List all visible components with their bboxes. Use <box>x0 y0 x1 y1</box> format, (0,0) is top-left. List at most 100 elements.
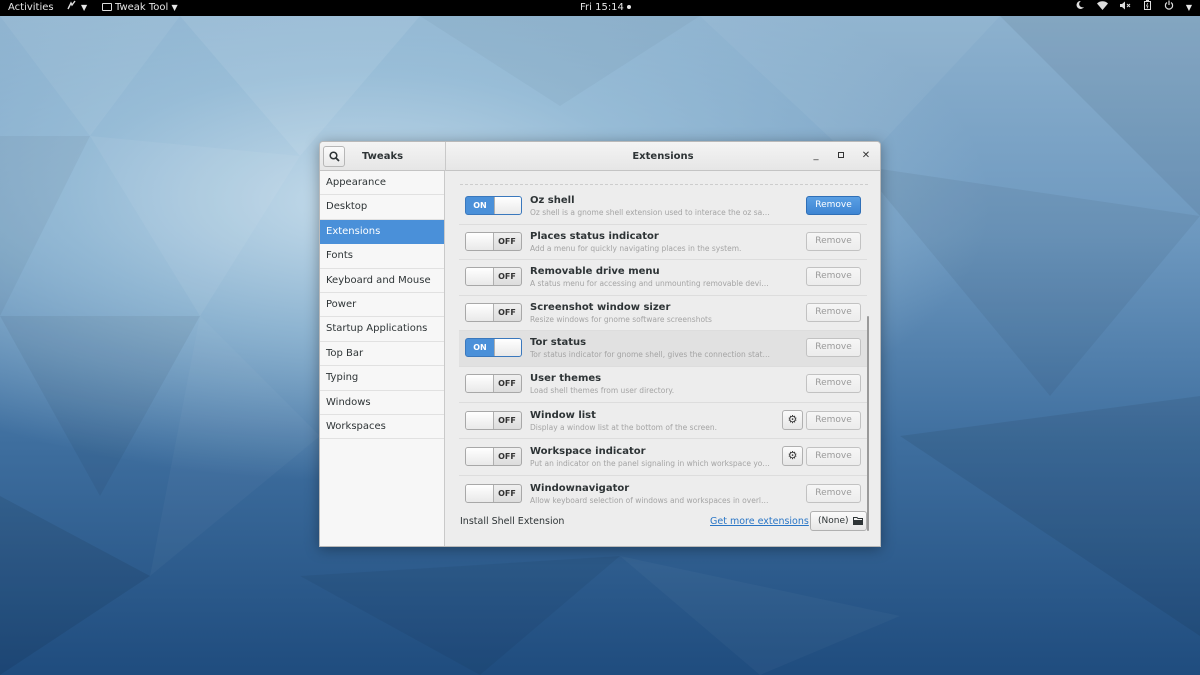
volume-muted-icon <box>1120 1 1135 13</box>
extension-name: User themes <box>530 373 602 384</box>
sidebar-item-workspaces[interactable]: Workspaces <box>320 415 444 440</box>
toggle-knob <box>466 448 494 466</box>
extension-row-tor-status: ON Tor status Tor status indicator for g… <box>459 331 867 367</box>
gear-icon: ⚙ <box>787 412 798 426</box>
extension-toggle[interactable]: OFF <box>465 410 522 430</box>
sidebar: Appearance Desktop Extensions Fonts Keyb… <box>320 171 445 546</box>
extension-settings-button[interactable]: ⚙ <box>782 446 803 467</box>
tweaks-window: Tweaks Extensions _ ✕ Appearance Desktop… <box>319 141 881 547</box>
scrollbar[interactable] <box>867 316 869 531</box>
file-chooser-label: (None) <box>818 516 849 526</box>
window-icon <box>102 3 112 11</box>
app-icon-chevron-down-icon[interactable]: ▼ <box>81 0 87 16</box>
sidebar-item-fonts[interactable]: Fonts <box>320 244 444 269</box>
remove-button[interactable]: Remove <box>806 483 861 503</box>
maximize-button[interactable] <box>835 150 847 162</box>
extension-name: Workspace indicator <box>530 446 646 458</box>
system-tray[interactable]: ▼ <box>1067 0 1192 16</box>
toggle-state-label: OFF <box>498 236 516 246</box>
clock-label: Fri 15:14 <box>580 2 624 13</box>
sidebar-item-extensions[interactable]: Extensions <box>320 219 444 245</box>
extension-row-window-list: OFF Window list Display a window list at… <box>459 403 867 440</box>
toggle-knob <box>494 197 521 214</box>
chevron-down-icon: ▼ <box>171 3 178 12</box>
extension-row-oz-shell: ON Oz shell Oz shell is a gnome shell ex… <box>459 189 867 225</box>
extension-description: Allow keyboard selection of windows and … <box>530 495 772 505</box>
extension-row-screenshot-window-sizer: OFF Screenshot window sizer Resize windo… <box>459 296 867 332</box>
remove-button[interactable]: Remove <box>806 447 861 467</box>
extension-toggle[interactable]: ON <box>465 338 522 358</box>
extension-description: A status menu for accessing and unmounti… <box>530 279 772 289</box>
sidebar-item-keyboard-and-mouse[interactable]: Keyboard and Mouse <box>320 269 444 293</box>
toggle-knob <box>466 303 494 321</box>
extension-row-workspace-indicator: OFF Workspace indicator Put an indicator… <box>459 439 867 476</box>
extension-description: Tor status indicator for gnome shell, gi… <box>530 350 772 360</box>
toggle-knob <box>466 232 494 250</box>
file-chooser-button[interactable]: (None) <box>810 511 867 531</box>
battery-icon <box>1144 0 1154 13</box>
sidebar-item-appearance[interactable]: Appearance <box>320 171 444 196</box>
extension-settings-button[interactable]: ⚙ <box>782 409 803 430</box>
sidebar-item-top-bar[interactable]: Top Bar <box>320 342 444 367</box>
list-top-divider <box>460 184 868 185</box>
extension-toggle[interactable]: OFF <box>465 483 522 503</box>
remove-button[interactable]: Remove <box>806 302 861 322</box>
remove-button[interactable]: Remove <box>806 338 861 358</box>
clock[interactable]: Fri 15:14 <box>580 0 631 16</box>
maximize-icon <box>838 152 844 158</box>
toggle-knob <box>466 411 494 429</box>
sidebar-title-label: Tweaks <box>361 151 404 162</box>
extension-toggle[interactable]: OFF <box>465 267 522 287</box>
extension-description: Load shell themes from user directory. <box>530 386 675 395</box>
extension-toggle[interactable]: OFF <box>465 302 522 322</box>
toggle-knob <box>466 375 494 392</box>
extension-description: Oz shell is a gnome shell extension used… <box>530 208 772 217</box>
extension-toggle[interactable]: OFF <box>465 231 522 251</box>
top-bar: Activities ▼ Tweak Tool ▼ Fri 15:14 ▼ <box>0 0 1200 16</box>
extension-name: Removable drive menu <box>530 266 660 278</box>
remove-button[interactable]: Remove <box>806 410 861 430</box>
gear-icon: ⚙ <box>787 449 798 463</box>
app-menu-label: Tweak Tool <box>115 2 169 13</box>
extensions-panel: ON Oz shell Oz shell is a gnome shell ex… <box>446 171 880 546</box>
get-more-extensions-link[interactable]: Get more extensions <box>710 516 809 527</box>
folder-icon <box>853 517 863 525</box>
toggle-state-label: OFF <box>498 452 516 462</box>
extension-description: Put an indicator on the panel signaling … <box>530 459 772 469</box>
extension-toggle[interactable]: OFF <box>465 374 522 393</box>
sidebar-title: Tweaks <box>320 142 445 171</box>
chevron-down-icon: ▼ <box>1185 3 1192 12</box>
tweak-tool-app-icon[interactable] <box>67 0 76 16</box>
extension-toggle[interactable]: ON <box>465 196 522 215</box>
notification-dot-icon <box>626 5 631 9</box>
remove-button[interactable]: Remove <box>806 196 861 215</box>
sidebar-item-windows[interactable]: Windows <box>320 391 444 415</box>
remove-button[interactable]: Remove <box>806 374 861 393</box>
extension-description: Display a window list at the bottom of t… <box>530 422 717 432</box>
extension-row-places-status-indicator: OFF Places status indicator Add a menu f… <box>459 225 867 261</box>
remove-button[interactable]: Remove <box>806 231 861 251</box>
install-extension-label: Install Shell Extension <box>460 516 565 527</box>
toggle-state-label: OFF <box>498 379 516 388</box>
toggle-state-label: ON <box>473 201 487 210</box>
toggle-state-label: ON <box>473 343 487 353</box>
night-light-icon <box>1076 0 1088 13</box>
toggle-knob <box>494 339 521 357</box>
extension-toggle[interactable]: OFF <box>465 447 522 467</box>
sidebar-item-desktop[interactable]: Desktop <box>320 195 444 220</box>
sidebar-item-power[interactable]: Power <box>320 293 444 318</box>
activities-button[interactable]: Activities <box>8 0 54 16</box>
toggle-state-label: OFF <box>498 272 516 282</box>
extension-name: Places status indicator <box>530 230 659 242</box>
toggle-state-label: OFF <box>498 415 516 425</box>
sidebar-item-startup-applications[interactable]: Startup Applications <box>320 317 444 342</box>
sidebar-item-typing[interactable]: Typing <box>320 366 444 391</box>
close-button[interactable]: ✕ <box>860 150 872 162</box>
minimize-button[interactable]: _ <box>810 150 822 162</box>
app-menu[interactable]: Tweak Tool ▼ <box>102 0 178 16</box>
remove-button[interactable]: Remove <box>806 267 861 287</box>
toggle-knob <box>466 484 494 502</box>
extension-description: Resize windows for gnome software screen… <box>530 314 712 324</box>
extension-name: Oz shell <box>530 195 575 206</box>
extension-row-removable-drive-menu: OFF Removable drive menu A status menu f… <box>459 260 867 296</box>
